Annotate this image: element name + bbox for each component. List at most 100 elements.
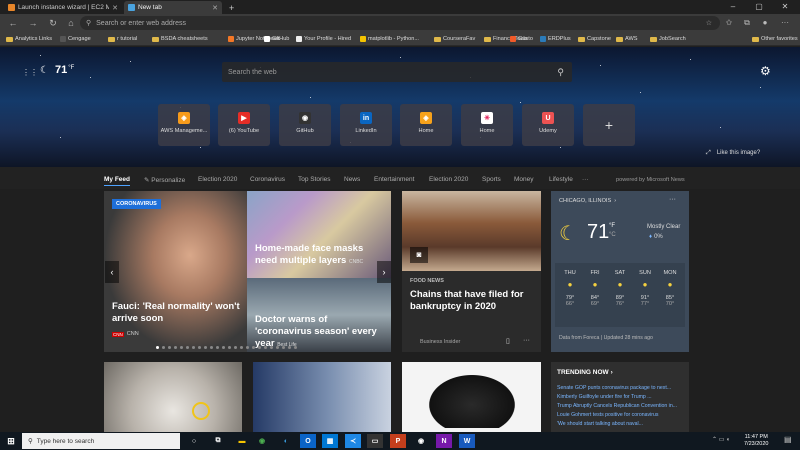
- feed-nav-item[interactable]: Election 2020: [429, 176, 468, 183]
- forecast-day[interactable]: THU ● 79° 66°: [560, 270, 580, 307]
- unit-f[interactable]: °F: [609, 223, 615, 229]
- close-tab-icon[interactable]: ✕: [112, 4, 118, 12]
- card-news-anchor[interactable]: [253, 362, 391, 432]
- quick-link-tile[interactable]: ◈ AWS Manageme...: [158, 104, 210, 146]
- quick-link-tile[interactable]: in LinkedIn: [340, 104, 392, 146]
- feed-nav-item[interactable]: Entertainment: [374, 176, 414, 183]
- forecast-day[interactable]: FRI ● 84° 69°: [585, 270, 605, 307]
- favorite-item[interactable]: Capstone: [578, 34, 611, 44]
- favorite-item[interactable]: GitHub: [264, 34, 289, 44]
- trending-link[interactable]: 'We should start talking about naval...: [557, 420, 687, 429]
- card-boot[interactable]: [402, 362, 541, 432]
- feed-nav-item[interactable]: Election 2020: [198, 176, 237, 183]
- favorite-item[interactable]: Your Profile - Hired: [296, 34, 351, 44]
- system-tray-icons[interactable]: ⌃ ▭ ◖: [712, 436, 730, 443]
- favorite-item[interactable]: Analytics Links: [6, 34, 52, 44]
- carousel-dot[interactable]: [222, 346, 225, 349]
- onenote-icon[interactable]: N: [436, 434, 452, 448]
- back-icon[interactable]: ←: [6, 17, 20, 29]
- favorite-item[interactable]: BSDA cheatsheets: [152, 34, 208, 44]
- notifications-icon[interactable]: ▤: [784, 435, 792, 444]
- carousel-dot[interactable]: [276, 346, 279, 349]
- github-desktop-icon[interactable]: ◉: [413, 434, 429, 448]
- clock[interactable]: 11:47 PM 7/23/2020: [744, 434, 768, 448]
- favorite-item[interactable]: Gusto: [510, 34, 533, 44]
- chrome-icon[interactable]: ◉: [254, 434, 270, 448]
- favorite-item[interactable]: CourseraFav: [434, 34, 475, 44]
- carousel-dot[interactable]: [264, 346, 267, 349]
- carousel-next-icon[interactable]: ›: [377, 261, 391, 283]
- trending-title-wrap[interactable]: TRENDING NOW ›: [557, 369, 613, 376]
- feed-nav-item[interactable]: Lifestyle: [549, 176, 573, 183]
- carousel-dot[interactable]: [216, 346, 219, 349]
- favorite-item[interactable]: matplotlib - Python...: [360, 34, 419, 44]
- feed-nav-item[interactable]: My Feed: [104, 176, 131, 186]
- edge-icon[interactable]: ◐: [278, 434, 294, 448]
- quick-link-tile[interactable]: ◉ GitHub: [279, 104, 331, 146]
- carousel-dot[interactable]: [186, 346, 189, 349]
- favorite-item[interactable]: ERDPlus: [540, 34, 571, 44]
- carousel-dot[interactable]: [210, 346, 213, 349]
- more-icon[interactable]: ···: [523, 337, 530, 344]
- carousel-dot[interactable]: [162, 346, 165, 349]
- forecast-day[interactable]: MON ● 85° 70°: [660, 270, 680, 307]
- carousel-dot[interactable]: [174, 346, 177, 349]
- trending-link[interactable]: Senate GOP punts coronavirus package to …: [557, 384, 687, 393]
- task-view-icon[interactable]: ○: [186, 434, 202, 448]
- favorite-item[interactable]: Cengage: [60, 34, 91, 44]
- file-explorer-icon[interactable]: ▬: [234, 434, 250, 448]
- feed-nav-item[interactable]: Coronavirus: [250, 176, 285, 183]
- unit-c[interactable]: °C: [609, 232, 616, 238]
- carousel-dot[interactable]: [198, 346, 201, 349]
- card-doctor[interactable]: Doctor warns of 'coronavirus season' eve…: [247, 278, 391, 352]
- vscode-icon[interactable]: ≺: [345, 434, 361, 448]
- more-icon[interactable]: ···: [669, 196, 676, 203]
- quick-link-tile[interactable]: U Udemy: [522, 104, 574, 146]
- address-input[interactable]: ⚲ Search or enter web address ☆: [80, 16, 720, 30]
- carousel-dot[interactable]: [228, 346, 231, 349]
- add-site-button[interactable]: +: [583, 104, 635, 146]
- favorite-item[interactable]: Other favorites: [752, 34, 798, 44]
- carousel-dot[interactable]: [294, 346, 297, 349]
- carousel-dot[interactable]: [156, 346, 159, 349]
- close-window-icon[interactable]: ✕: [772, 0, 798, 14]
- feed-nav-item[interactable]: ···: [582, 176, 589, 183]
- terminal-icon[interactable]: ▭: [367, 434, 383, 448]
- carousel-dot[interactable]: [240, 346, 243, 349]
- hero-weather[interactable]: ☾ 71 °F: [22, 64, 74, 76]
- carousel-dot[interactable]: [168, 346, 171, 349]
- tab-ec2[interactable]: Launch instance wizard | EC2 M ✕: [4, 1, 122, 14]
- settings-menu-icon[interactable]: ···: [778, 17, 792, 29]
- new-tab-button[interactable]: +: [225, 1, 238, 14]
- gear-icon[interactable]: ⚙: [760, 64, 771, 78]
- carousel-dot[interactable]: [234, 346, 237, 349]
- trending-link[interactable]: Kimberly Guilfoyle under fire for Trump …: [557, 393, 687, 402]
- profile-icon[interactable]: ●: [758, 17, 772, 29]
- carousel-dot[interactable]: [258, 346, 261, 349]
- carousel-dot[interactable]: [246, 346, 249, 349]
- forecast-day[interactable]: SAT ● 89° 76°: [610, 270, 630, 307]
- feed-nav-item[interactable]: Sports: [482, 176, 501, 183]
- card-masks[interactable]: Home-made face masks need multiple layer…: [247, 191, 391, 278]
- favorite-star-icon[interactable]: ☆: [706, 19, 712, 27]
- maximize-icon[interactable]: ▢: [746, 0, 772, 14]
- taskbar-search-input[interactable]: ⚲ Type here to search: [22, 433, 180, 449]
- carousel-prev-icon[interactable]: ‹: [105, 261, 119, 283]
- quick-link-tile[interactable]: ◈ Home: [400, 104, 452, 146]
- carousel-dot[interactable]: [270, 346, 273, 349]
- feed-nav-item[interactable]: Top Stories: [298, 176, 331, 183]
- carousel-dot[interactable]: [180, 346, 183, 349]
- home-icon[interactable]: ⌂: [64, 17, 78, 29]
- minimize-icon[interactable]: –: [720, 0, 746, 14]
- collections-icon[interactable]: ⧉: [740, 17, 754, 29]
- quick-link-tile[interactable]: ▶ (6) YouTube: [218, 104, 270, 146]
- favorite-item[interactable]: AWS: [616, 34, 638, 44]
- close-tab-icon[interactable]: ✕: [212, 4, 218, 12]
- feed-nav-item[interactable]: Money: [514, 176, 534, 183]
- powerpoint-icon[interactable]: P: [390, 434, 406, 448]
- forward-icon[interactable]: →: [26, 17, 40, 29]
- quick-link-tile[interactable]: ✳ Home: [461, 104, 513, 146]
- card-fauci[interactable]: CORONAVIRUS Fauci: 'Real normality' won'…: [104, 191, 247, 352]
- favorite-item[interactable]: r tutorial: [108, 34, 137, 44]
- weather-location-wrap[interactable]: CHICAGO, ILLINOIS ›: [559, 198, 616, 204]
